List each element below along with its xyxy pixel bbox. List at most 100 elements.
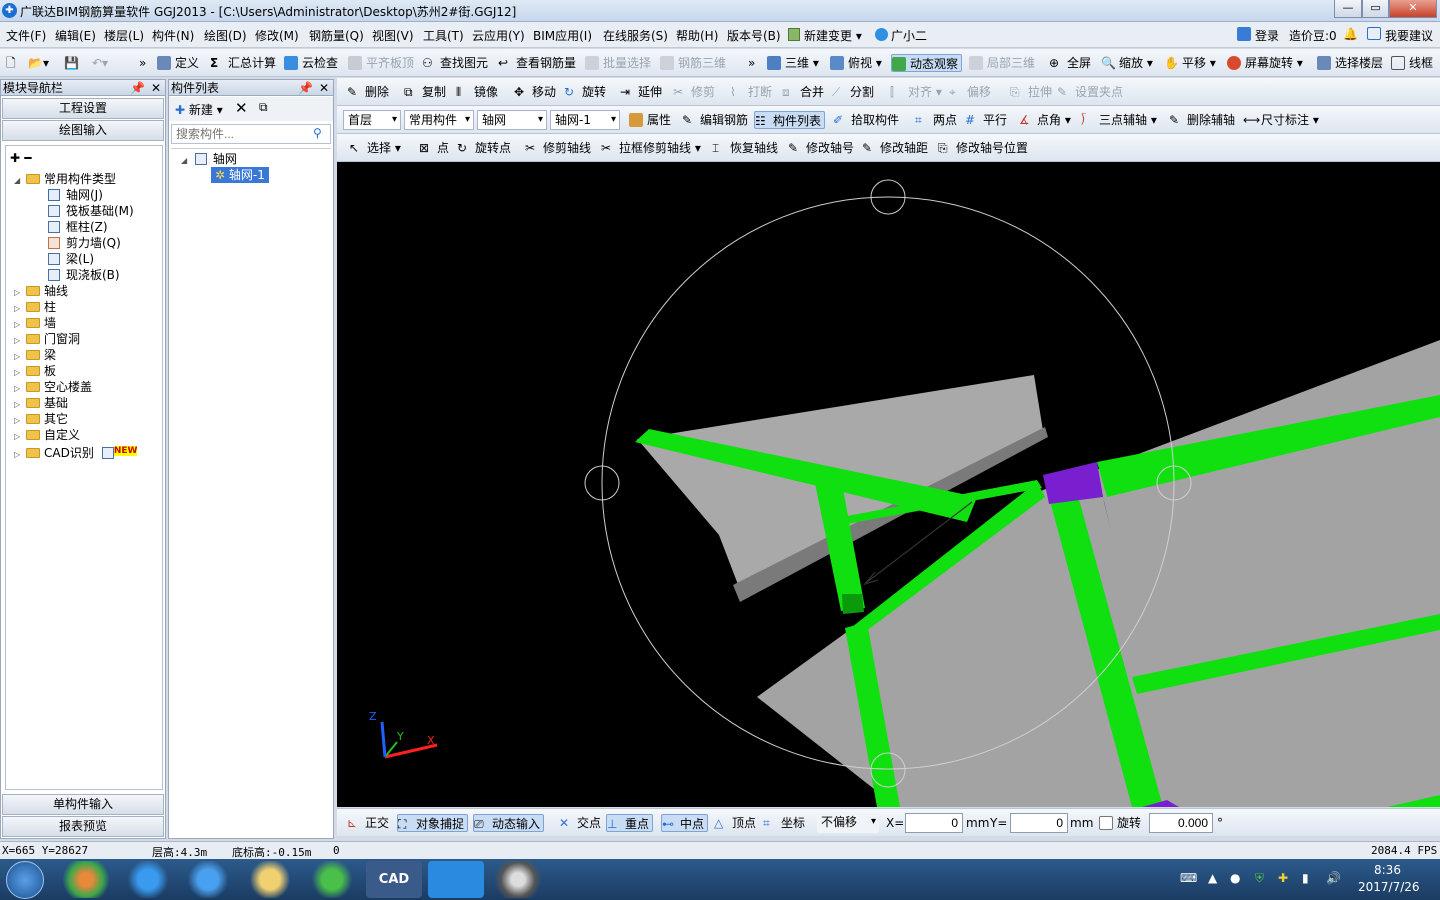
align-dropdown[interactable]: ⫿ 对齐 ▾	[890, 83, 942, 101]
start-button[interactable]	[6, 861, 44, 899]
taskbar-app-1[interactable]	[58, 861, 114, 898]
batch-select-button[interactable]: 批量选择	[585, 54, 651, 72]
tray-expand-icon[interactable]: ▲	[1208, 871, 1217, 885]
menu-guangxiaoer[interactable]: 广小二	[875, 27, 927, 44]
more-icon-2[interactable]: »	[748, 54, 755, 72]
category-select[interactable]: 常用构件	[404, 110, 474, 130]
break-button[interactable]: ⌇ 打断	[730, 83, 772, 101]
ortho-toggle[interactable]: ⊾ 正交	[347, 814, 389, 832]
mirror-button[interactable]: ⫴ 镜像	[456, 83, 498, 101]
tray-app-icon[interactable]: ✚	[1278, 871, 1288, 885]
delete-button[interactable]: ✎ 删除	[347, 83, 389, 101]
keyboard-icon[interactable]: ⌨	[1180, 871, 1197, 885]
two-point-button[interactable]: ⌗ 两点	[915, 111, 957, 129]
menu-online[interactable]: 在线服务(S)	[603, 27, 668, 44]
top-view-dropdown[interactable]: 俯视 ▾	[830, 54, 882, 72]
menu-draw[interactable]: 绘图(D)	[204, 27, 247, 44]
tree-item-beam[interactable]: 梁(L)	[48, 251, 94, 267]
select-dropdown[interactable]: ↖ 选择 ▾	[349, 139, 401, 157]
menu-component[interactable]: 构件(N)	[152, 27, 194, 44]
pin-icon[interactable]: 📌	[298, 80, 313, 96]
dynamic-input-toggle[interactable]: ⎚ 动态输入	[473, 814, 545, 832]
vertex-snap[interactable]: △ 顶点	[714, 814, 756, 832]
rotate-button[interactable]: ↻ 旋转	[564, 83, 606, 101]
trim-axis-button[interactable]: ✂ 修剪轴线	[525, 139, 591, 157]
more-icon[interactable]: »	[139, 54, 146, 72]
3d-scene[interactable]: X Y Z	[337, 162, 1440, 807]
box-trim-axis-dropdown[interactable]: ✂ 拉框修剪轴线 ▾	[601, 139, 701, 157]
tree-item-grid[interactable]: 轴网(J)	[48, 187, 103, 203]
network-icon[interactable]: ▮	[1302, 871, 1309, 885]
report-preview-button[interactable]: 报表预览	[2, 816, 164, 837]
object-snap-toggle[interactable]: ⛶ 对象捕捉	[397, 814, 469, 832]
cloud-check-button[interactable]: 云检查	[284, 54, 338, 72]
component-list-button[interactable]: ☷ 构件列表	[754, 111, 826, 129]
maximize-button[interactable]: ▭	[1362, 0, 1389, 18]
point-button[interactable]: ⊠ 点	[419, 139, 449, 157]
property-button[interactable]: 属性	[629, 111, 671, 129]
instance-select[interactable]: 轴网-1	[550, 110, 620, 130]
dimension-dropdown[interactable]: ⟷ 尺寸标注 ▾	[1243, 111, 1319, 129]
close-icon[interactable]: ✕	[151, 80, 161, 96]
minimize-button[interactable]: —	[1334, 0, 1362, 18]
menu-version[interactable]: 版本号(B)	[727, 27, 781, 44]
ie-icon[interactable]	[180, 861, 236, 898]
define-button[interactable]: 定义	[157, 54, 199, 72]
menu-cloud[interactable]: 云应用(Y)	[472, 27, 525, 44]
login-link[interactable]: 登录	[1237, 27, 1279, 44]
screen-rotate-dropdown[interactable]: 屏幕旋转 ▾	[1227, 54, 1303, 72]
delete-component-icon[interactable]: ✕	[235, 99, 248, 117]
volume-icon[interactable]: 🔊	[1326, 871, 1341, 885]
taskbar-app-3[interactable]	[304, 861, 360, 898]
taskbar-app-4[interactable]	[490, 861, 546, 898]
menu-view[interactable]: 视图(V)	[372, 27, 414, 44]
column-purple[interactable]	[1043, 462, 1103, 504]
zoom-dropdown[interactable]: 🔍 缩放 ▾	[1101, 54, 1153, 72]
rotate-input[interactable]	[1149, 813, 1213, 833]
flat-board-button[interactable]: 平齐板顶	[348, 54, 414, 72]
search-icon[interactable]: ⚲	[313, 126, 322, 140]
suggest-link[interactable]: 我要建议	[1367, 27, 1433, 44]
tree-folder-cad[interactable]: ▷ CAD识别 NEW	[14, 443, 138, 463]
pick-component-button[interactable]: ✐ 拾取构件	[833, 111, 899, 129]
rotate-point-button[interactable]: ↻ 旋转点	[457, 139, 511, 157]
glodon-taskbar-button[interactable]	[428, 861, 484, 898]
project-settings-button[interactable]: 工程设置	[2, 98, 164, 119]
move-button[interactable]: ✥ 移动	[514, 83, 556, 101]
three-point-aux-dropdown[interactable]: ⟌ 三点辅轴 ▾	[1081, 111, 1157, 129]
component-tree-item-selected[interactable]: ✲ 轴网-1	[211, 167, 269, 183]
dynamic-observe-button[interactable]: 动态观察	[891, 54, 963, 72]
qq-icon[interactable]: ●	[1230, 871, 1240, 885]
tree-item-slab[interactable]: 现浇板(B)	[48, 267, 120, 283]
x-input[interactable]	[905, 813, 963, 833]
close-button[interactable]: ✕	[1389, 0, 1437, 18]
shield-icon[interactable]: ⛨	[1255, 871, 1264, 886]
menu-edit[interactable]: 编辑(E)	[55, 27, 96, 44]
expand-collapse-icons[interactable]: ✚ ━	[10, 150, 31, 166]
taskbar-app-2[interactable]	[120, 861, 176, 898]
floor-select[interactable]: 首层	[343, 110, 401, 130]
pan-dropdown[interactable]: ✋ 平移 ▾	[1164, 54, 1216, 72]
midpoint-snap[interactable]: ⊷ 中点	[661, 814, 709, 832]
wireframe-button[interactable]: 线框	[1391, 54, 1433, 72]
copy-button[interactable]: ⧉ 复制	[404, 83, 446, 101]
explorer-icon[interactable]	[242, 861, 298, 898]
type-select[interactable]: 轴网	[477, 110, 547, 130]
fullscreen-button[interactable]: ⊕ 全屏	[1049, 54, 1091, 72]
single-input-button[interactable]: 单构件输入	[2, 794, 164, 815]
cad-taskbar-button[interactable]: CAD	[366, 861, 422, 898]
y-input[interactable]	[1010, 813, 1068, 833]
pin-icon[interactable]: 📌	[130, 80, 145, 96]
undo-icon[interactable]: ↶▾	[92, 54, 108, 72]
modify-axis-pos-button[interactable]: ⎘ 修改轴号位置	[938, 139, 1028, 157]
split-button[interactable]: ⟋ 分割	[832, 83, 874, 101]
clock-time[interactable]: 8:36	[1374, 863, 1401, 877]
stretch-button[interactable]: ⎘ 拉伸	[1010, 83, 1052, 101]
tree-item-column[interactable]: 框柱(Z)	[48, 219, 108, 235]
restore-axis-button[interactable]: ⌶ 恢复轴线	[712, 139, 778, 157]
close-icon[interactable]: ✕	[319, 80, 329, 96]
view-rebar-button[interactable]: ↩ 查看钢筋量	[498, 54, 576, 72]
local-3d-button[interactable]: 局部三维	[969, 54, 1035, 72]
menu-file[interactable]: 文件(F)	[6, 27, 46, 44]
select-floor-button[interactable]: 选择楼层	[1317, 54, 1383, 72]
